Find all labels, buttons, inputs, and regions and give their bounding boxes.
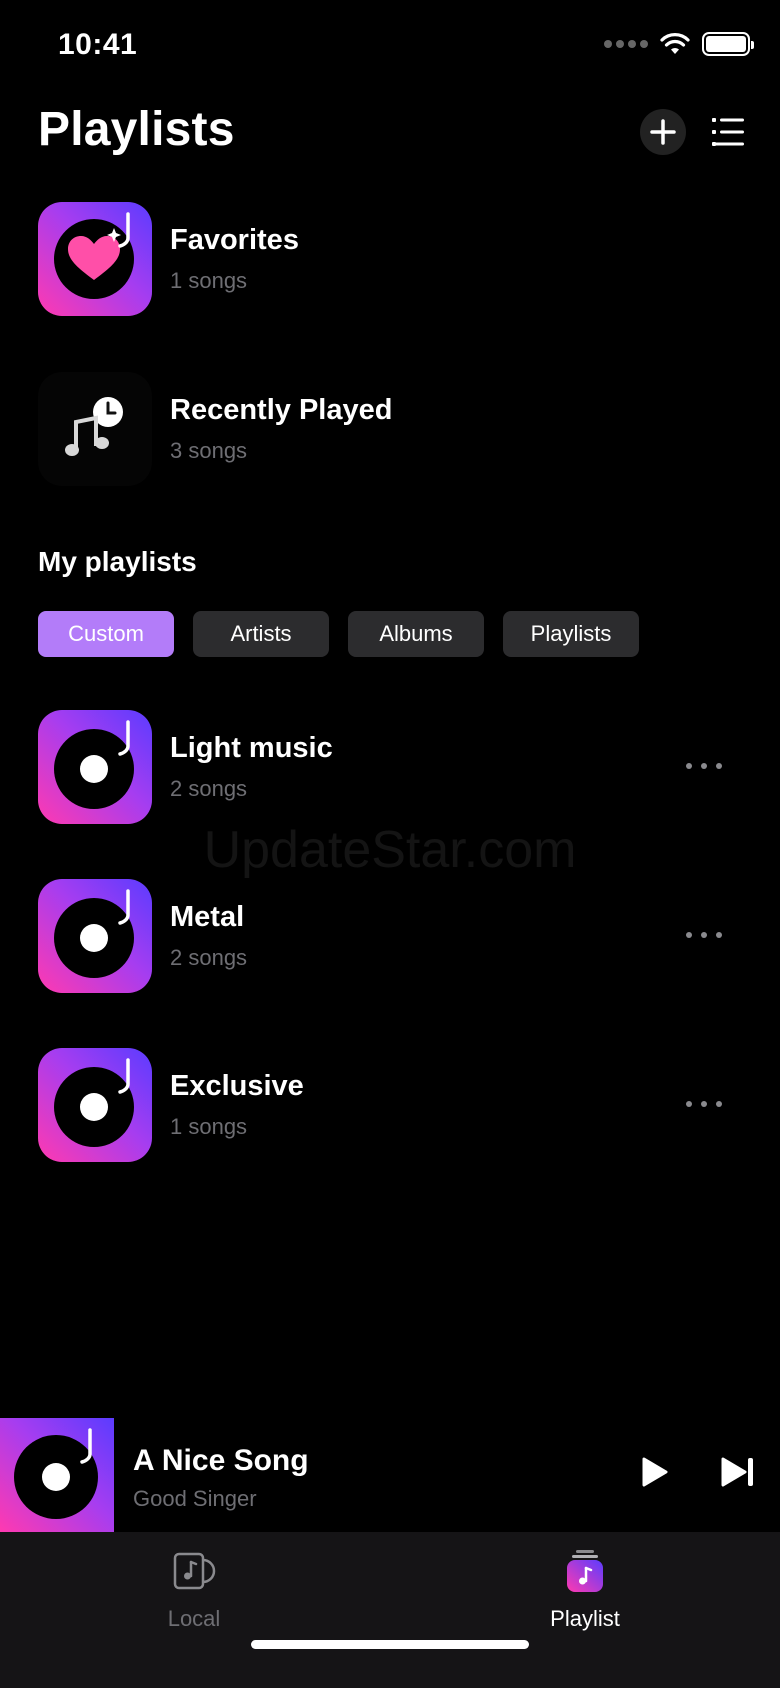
playlist-filter-chips: Custom Artists Albums Playlists: [38, 611, 639, 657]
tab-bar: Local Playlist: [0, 1532, 780, 1688]
mini-player[interactable]: A Nice Song Good Singer: [0, 1418, 780, 1532]
section-title: My playlists: [38, 546, 197, 577]
next-track-button[interactable]: [718, 1454, 758, 1490]
favorites-thumbnail: [38, 202, 152, 316]
playlist-song-count: 1 songs: [170, 1114, 248, 1139]
cellular-signal-icon: [604, 40, 648, 48]
playlist-thumbnail: [38, 1048, 152, 1162]
playlist-title: Metal: [170, 901, 245, 933]
playlist-recently-played[interactable]: Recently Played 3 songs: [38, 372, 742, 486]
vinyl-record-icon: [54, 720, 134, 809]
watermark: UpdateStar.com: [203, 821, 577, 879]
more-options-button[interactable]: [686, 1094, 722, 1114]
playlist-icon: [567, 1550, 603, 1592]
tab-label: Local: [167, 1606, 221, 1631]
filter-chip-playlists[interactable]: Playlists: [503, 611, 639, 657]
filter-chip-albums[interactable]: Albums: [348, 611, 484, 657]
vinyl-record-icon: [54, 889, 134, 978]
playlist-song-count: 3 songs: [170, 438, 248, 463]
local-music-icon: [173, 1552, 216, 1590]
playlist-thumbnail: [38, 710, 152, 824]
clock-music-icon: [65, 397, 123, 456]
vinyl-record-icon: [14, 1428, 98, 1519]
playlist-row[interactable]: Exclusive 1 songs: [38, 1048, 742, 1162]
list-icon: [712, 118, 744, 146]
playlist-title: Light music: [170, 732, 333, 764]
tab-label: Playlist: [550, 1606, 620, 1631]
playlist-thumbnail: [38, 879, 152, 993]
tab-playlist[interactable]: Playlist: [485, 1548, 685, 1648]
page-title: Playlists: [38, 103, 235, 156]
now-playing-artist: Good Singer: [133, 1486, 257, 1511]
filter-chip-custom[interactable]: Custom: [38, 611, 174, 657]
more-options-button[interactable]: [686, 756, 722, 776]
battery-icon: [702, 32, 754, 56]
playlist-title: Recently Played: [170, 394, 393, 426]
playlist-title: Favorites: [170, 224, 299, 256]
home-indicator: [251, 1640, 529, 1649]
status-bar: 10:41: [0, 0, 780, 90]
now-playing-artwork: [0, 1418, 114, 1532]
now-playing-title: A Nice Song: [133, 1444, 309, 1477]
more-options-button[interactable]: [686, 925, 722, 945]
playlist-song-count: 2 songs: [170, 945, 248, 970]
playlist-song-count: 2 songs: [170, 776, 248, 801]
playlist-song-count: 1 songs: [170, 268, 248, 293]
filter-chip-artists[interactable]: Artists: [193, 611, 329, 657]
skip-forward-icon: [721, 1457, 753, 1487]
play-button[interactable]: [636, 1454, 672, 1490]
tab-local[interactable]: Local: [94, 1548, 294, 1648]
status-time: 10:41: [58, 28, 138, 61]
status-indicators: [604, 32, 754, 56]
recently-played-thumbnail: [38, 372, 152, 486]
wifi-icon: [660, 33, 690, 54]
playlist-favorites[interactable]: Favorites 1 songs: [38, 202, 742, 316]
plus-icon: [650, 119, 676, 145]
list-menu-button[interactable]: [708, 112, 748, 152]
playlist-row[interactable]: Light music 2 songs: [38, 710, 742, 824]
vinyl-record-icon: [54, 1058, 134, 1147]
play-icon: [642, 1457, 668, 1487]
add-playlist-button[interactable]: [640, 109, 686, 155]
playlist-row[interactable]: Metal 2 songs: [38, 879, 742, 993]
heart-icon: [54, 212, 134, 299]
playlist-title: Exclusive: [170, 1070, 304, 1102]
